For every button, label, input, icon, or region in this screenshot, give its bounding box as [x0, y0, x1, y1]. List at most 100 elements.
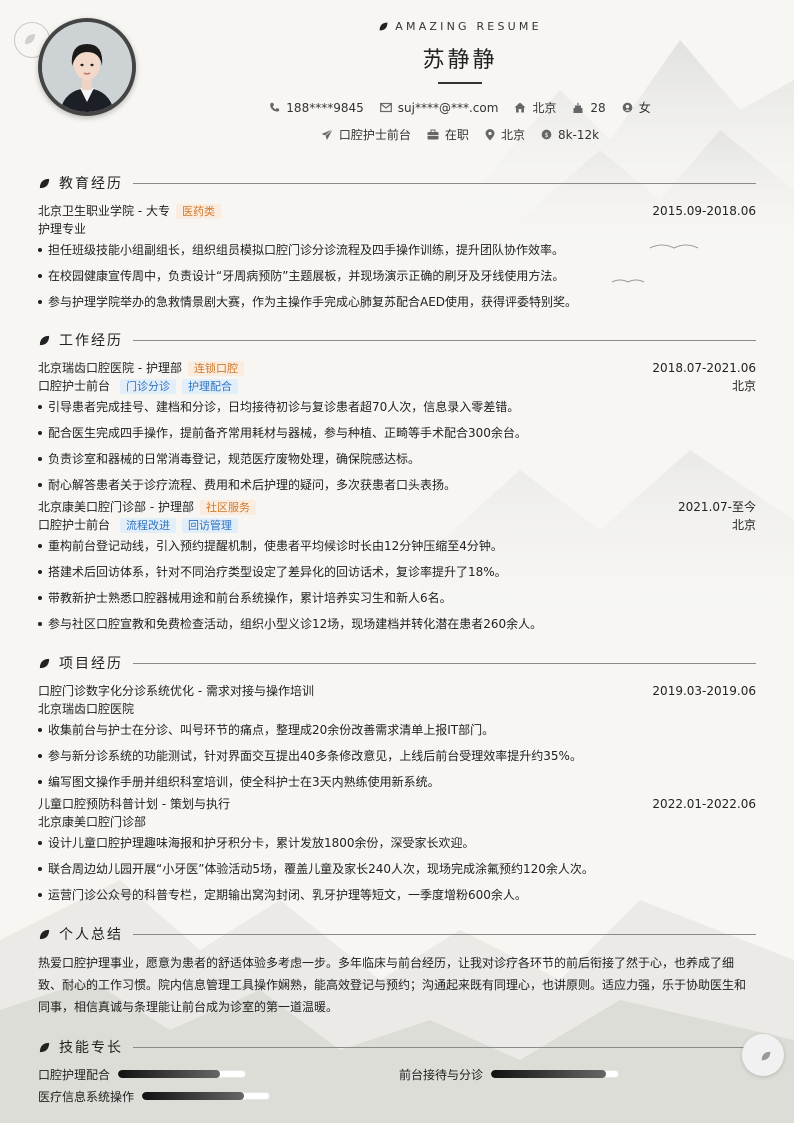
list-item: 配合医生完成四手操作，提前备齐常用耗材与器械，参与种植、正畸等手术配合300余台… [38, 424, 756, 442]
role-tag: 回访管理 [182, 517, 239, 533]
list-item: 收集前台与护士在分诊、叫号环节的痛点，整理成20余份改善需求清单上报IT部门。 [38, 721, 756, 739]
project-entry: 口腔门诊数字化分诊系统优化 - 需求对接与操作培训 2019.03-2019.0… [38, 682, 756, 791]
leaf-icon [39, 658, 50, 668]
project-entry: 儿童口腔预防科普计划 - 策划与执行 2022.01-2022.06 北京康美口… [38, 795, 756, 904]
section-divider [133, 933, 756, 935]
age-info: 28 [572, 99, 606, 116]
resume-page: AMAZING RESUME 苏静静 188****9845 suj****@*… [0, 0, 794, 1123]
projects-section: 项目经历 口腔门诊数字化分诊系统优化 - 需求对接与操作培训 2019.03-2… [38, 653, 756, 904]
major-name: 护理专业 [38, 222, 87, 236]
leaf-icon [761, 1051, 771, 1061]
home-icon [514, 102, 526, 113]
company-tag: 连锁口腔 [187, 360, 244, 376]
work-section: 工作经历 北京瑞齿口腔医院 - 护理部 连锁口腔 2018.07-2021.06 … [38, 330, 756, 633]
job-intent-row: 口腔护士前台 在职 北京 $ 8k-12k [0, 126, 794, 143]
leaf-icon [39, 335, 50, 345]
skill-level-bar [491, 1070, 620, 1078]
work-date: 2021.07-至今 [678, 500, 756, 514]
mail-icon [379, 102, 392, 113]
job-role: 口腔护士前台 [38, 379, 111, 393]
list-item: 搭建术后回访体系，针对不同治疗类型设定了差异化的回访话术，复诊率提升了18%。 [38, 563, 756, 581]
list-item: 引导患者完成挂号、建档和分诊，日均接待初诊与复诊患者超70人次，信息录入零差错。 [38, 398, 756, 416]
cake-icon [573, 102, 583, 113]
project-name: 儿童口腔预防科普计划 - 策划与执行 [38, 797, 230, 811]
skill-item: 口腔护理配合 [38, 1065, 247, 1083]
list-item: 担任班级技能小组副组长，组织组员模拟口腔门诊分诊流程及四手操作训练，提升团队协作… [38, 241, 756, 259]
section-title: 项目经历 [59, 656, 123, 672]
job-role: 口腔护士前台 [38, 518, 111, 532]
salary-info: $ 8k-12k [541, 126, 599, 143]
leaf-icon [39, 929, 50, 939]
skill-level-bar [142, 1092, 271, 1100]
list-item: 在校园健康宣传周中，负责设计“牙周病预防”主题展板，并现场演示正确的刷牙及牙线使… [38, 267, 756, 285]
list-item: 设计儿童口腔护理趣味海报和护牙积分卡，累计发放1800余份，深受家长欢迎。 [38, 834, 756, 852]
project-org: 北京瑞齿口腔医院 [38, 702, 135, 716]
company-name: 北京康美口腔门诊部 - 护理部 [38, 500, 194, 514]
work-entry: 北京康美口腔门诊部 - 护理部 社区服务 2021.07-至今 口腔护士前台 流程改… [38, 498, 756, 633]
project-date: 2022.01-2022.06 [652, 797, 756, 811]
education-section: 教育经历 北京卫生职业学院 - 大专 医药类 2015.09-2018.06 护理… [38, 173, 756, 311]
work-city: 北京 [731, 518, 756, 532]
skill-level-fill [491, 1070, 607, 1078]
phone-icon [270, 102, 280, 112]
list-item: 参与社区口腔宣教和免费检查活动，组织小型义诊12场，现场建档并转化潜在患者260… [38, 615, 756, 633]
list-item: 联合周边幼儿园开展“小牙医”体验活动5场，覆盖儿童及家长240人次，现场完成涂氟… [38, 860, 756, 878]
location-icon [485, 128, 495, 140]
list-item: 运营门诊公众号的科普专栏，定期输出窝沟封闭、乳牙护理等短文，一季度增粉600余人… [38, 886, 756, 904]
skill-item: 医疗信息系统操作 [38, 1087, 271, 1105]
role-tag: 流程改进 [120, 517, 177, 533]
skills-list: 口腔护理配合 前台接待与分诊 医疗信息系统操作 [38, 1065, 756, 1113]
list-item: 带教新护士熟悉口腔器械用途和前台系统操作，累计培养实习生和新人6名。 [38, 589, 756, 607]
list-item: 耐心解答患者关于诊疗流程、费用和术后护理的疑问，多次获患者口头表扬。 [38, 476, 756, 494]
section-divider [133, 662, 756, 664]
skill-name: 前台接待与分诊 [399, 1067, 484, 1082]
work-entry: 北京瑞齿口腔医院 - 护理部 连锁口腔 2018.07-2021.06 口腔护士前… [38, 359, 756, 494]
education-entry: 北京卫生职业学院 - 大专 医药类 2015.09-2018.06 护理专业 担任… [38, 202, 756, 311]
skill-name: 口腔护理配合 [38, 1067, 111, 1082]
education-date: 2015.09-2018.06 [652, 204, 756, 218]
company-tag: 社区服务 [199, 499, 256, 515]
gender-icon [622, 102, 633, 113]
role-tag: 门诊分诊 [120, 378, 177, 394]
project-org: 北京康美口腔门诊部 [38, 815, 147, 829]
project-name: 口腔门诊数字化分诊系统优化 - 需求对接与操作培训 [38, 684, 314, 698]
leaf-icon [379, 22, 388, 31]
project-date: 2019.03-2019.06 [652, 684, 756, 698]
skills-section: 技能专长 口腔护理配合 前台接待与分诊 医疗信息系统操作 [38, 1037, 756, 1113]
phone-info: 188****9845 [269, 99, 364, 116]
section-divider [133, 1046, 756, 1048]
section-divider [133, 339, 756, 341]
section-divider [133, 182, 756, 184]
section-header: 个人总结 [38, 924, 756, 944]
section-header: 技能专长 [38, 1037, 756, 1057]
send-icon [321, 128, 333, 140]
target-city-info: 北京 [485, 126, 525, 143]
list-item: 重构前台登记动线，引入预约提醒机制，使患者平均候诊时长由12分钟压缩至4分钟。 [38, 537, 756, 555]
salary-icon: $ [541, 129, 552, 140]
school-name: 北京卫生职业学院 - 大专 [38, 204, 170, 218]
email-info: suj****@***.com [379, 99, 498, 116]
section-header: 教育经历 [38, 173, 756, 193]
summary-text: 热爱口腔护理事业，愿意为患者的舒适体验多考虑一步。多年临床与前台经历，让我对诊疗… [38, 956, 747, 1014]
gender-info: 女 [622, 99, 651, 116]
section-header: 项目经历 [38, 653, 756, 673]
role-tag: 护理配合 [182, 378, 239, 394]
skill-name: 医疗信息系统操作 [38, 1089, 135, 1104]
brand-title: AMAZING RESUME [395, 20, 542, 33]
target-position-info: 口腔护士前台 [321, 126, 411, 143]
list-item: 参与新分诊系统的功能测试，针对界面交互提出40多条修改意见，上线后前台受理效率提… [38, 747, 756, 765]
name-underline [438, 82, 482, 84]
work-date: 2018.07-2021.06 [652, 361, 756, 375]
work-city: 北京 [731, 379, 756, 393]
decorative-corner-badge [742, 1034, 784, 1076]
section-title: 工作经历 [59, 333, 123, 349]
candidate-name: 苏静静 [422, 48, 498, 73]
briefcase-icon [427, 129, 439, 140]
summary-section: 个人总结 热爱口腔护理事业，愿意为患者的舒适体验多考虑一步。多年临床与前台经历，… [38, 924, 756, 1018]
company-name: 北京瑞齿口腔医院 - 护理部 [38, 361, 182, 375]
brand-header: AMAZING RESUME [0, 20, 794, 33]
contact-info-row: 188****9845 suj****@***.com 北京 28 女 [0, 99, 794, 116]
skill-level-bar [118, 1070, 247, 1078]
leaf-icon [39, 1042, 50, 1052]
list-item: 负责诊室和器械的日常消毒登记，规范医疗废物处理，确保院感达标。 [38, 450, 756, 468]
